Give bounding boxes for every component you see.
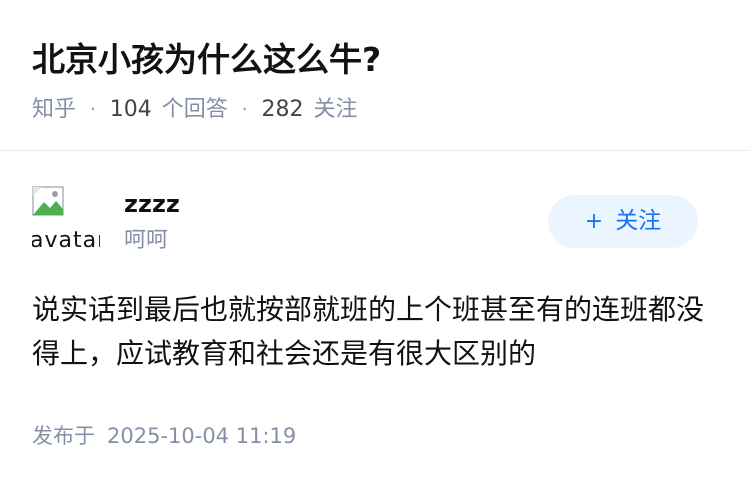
avatar[interactable]: avatar — [32, 186, 100, 254]
author-name[interactable]: zzzz — [124, 188, 180, 220]
broken-image-icon — [32, 186, 64, 216]
question-meta: 知乎 · 104 个回答 · 282 关注 — [32, 94, 358, 126]
publish-time: 发布于 2025-10-04 11:19 — [32, 421, 296, 451]
answer-count: 104 — [109, 97, 152, 122]
published-time: 2025-10-04 11:19 — [107, 424, 297, 448]
separator-dot: · — [90, 99, 96, 120]
source-label[interactable]: 知乎 — [32, 94, 76, 126]
published-label: 发布于 — [32, 424, 95, 448]
avatar-alt-text: avatar — [32, 228, 100, 253]
follow-count: 282 — [261, 97, 304, 122]
follow-button-label: 关注 — [615, 208, 662, 234]
follow-count-label: 关注 — [313, 97, 358, 122]
answer-content[interactable]: 说实话到最后也就按部就班的上个班甚至有的连班都没得上，应试教育和社会还是有很大区… — [32, 288, 718, 376]
question-header: 北京小孩为什么这么牛? 知乎 · 104 个回答 · 282 关注 — [0, 0, 750, 151]
answer-count-label: 个回答 — [161, 97, 228, 122]
follow-button[interactable]: + 关注 — [548, 195, 698, 248]
plus-icon: + — [584, 209, 604, 234]
question-title[interactable]: 北京小孩为什么这么牛? — [32, 38, 381, 82]
author-bio: 呵呵 — [124, 228, 169, 253]
separator-dot: · — [241, 99, 248, 120]
